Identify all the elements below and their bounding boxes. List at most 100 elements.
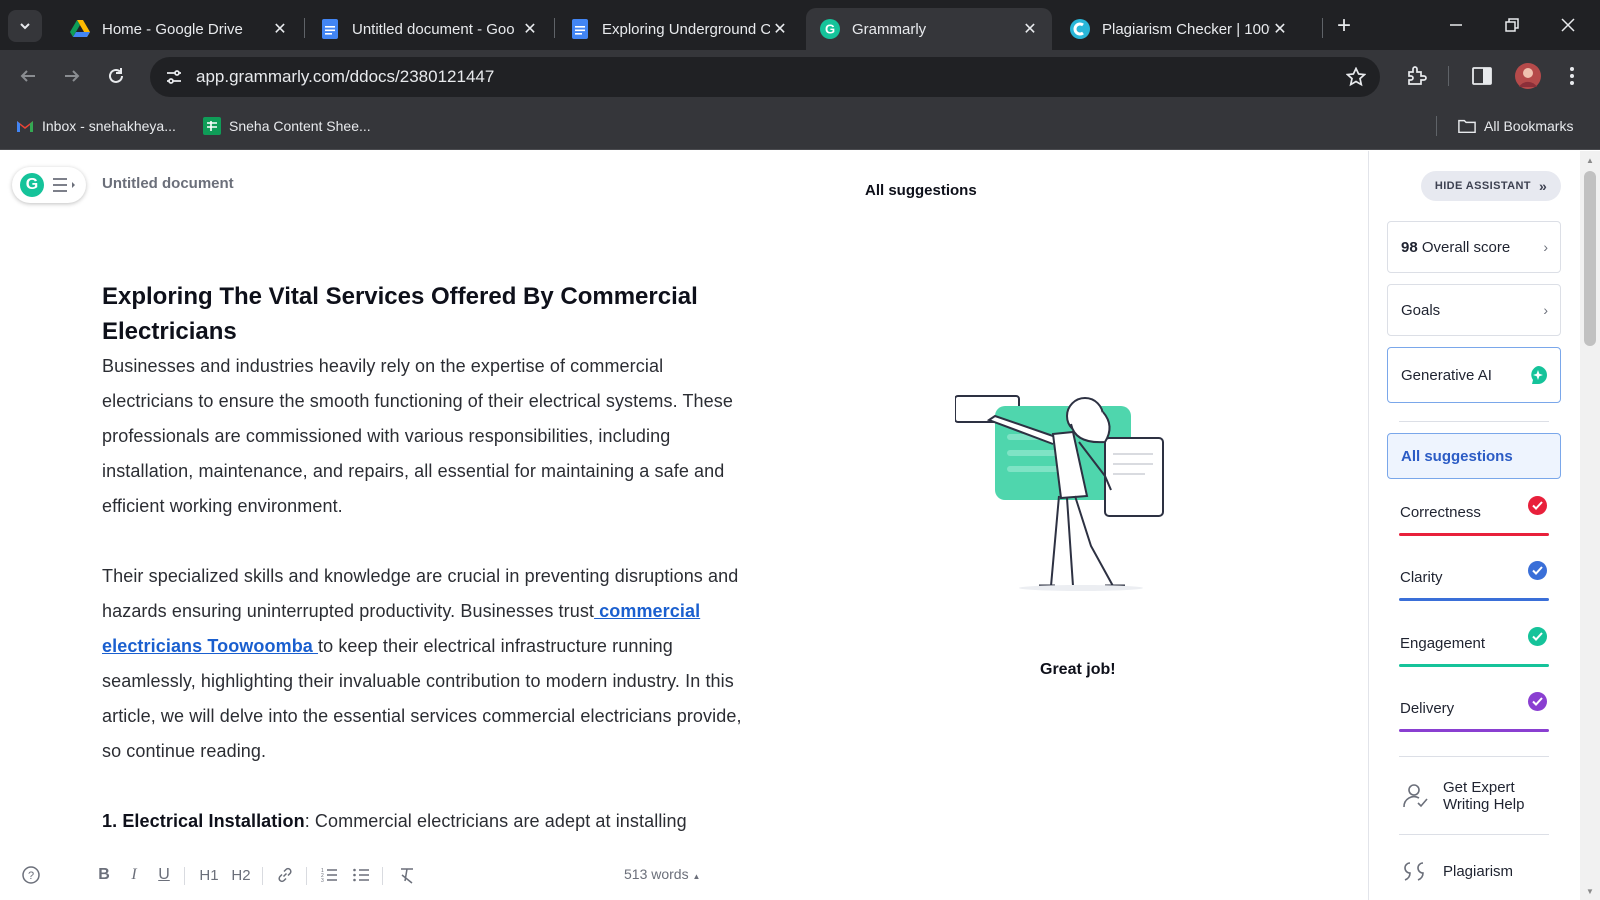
minimize-icon (1450, 24, 1462, 26)
overall-score-card[interactable]: 98 Overall score › (1387, 221, 1561, 273)
arrow-right-icon (65, 70, 80, 82)
close-tab-icon[interactable]: ✕ (770, 19, 790, 39)
tab-grammarly[interactable]: G Grammarly ✕ (806, 8, 1052, 50)
paragraph-3: 1. Electrical Installation: Commercial e… (102, 804, 742, 839)
bookmark-sneha-content-sheet[interactable]: Sneha Content Shee... (203, 114, 371, 138)
toolbar-separator (306, 867, 307, 885)
heading-2-button[interactable]: H2 (228, 863, 254, 887)
category-delivery[interactable]: Delivery (1399, 692, 1549, 732)
tab-untitled-document[interactable]: Untitled document - Goo ✕ (306, 8, 552, 50)
plagiarism-link[interactable]: Plagiarism (1399, 855, 1559, 887)
close-tab-icon[interactable]: ✕ (1270, 19, 1290, 39)
help-icon[interactable]: ? (20, 863, 42, 887)
formatting-toolbar: ? B I U H1 H2 123 513 words ▲ (0, 851, 740, 899)
paragraph-2: Their specialized skills and knowledge a… (102, 559, 742, 769)
tab-title: Exploring Underground C (602, 20, 770, 38)
check-circle-icon (1528, 561, 1547, 580)
toolbar-divider (1448, 66, 1449, 86)
tab-title: Untitled document - Goo (352, 20, 515, 38)
avatar[interactable] (1514, 62, 1542, 90)
editor-content[interactable]: Exploring The Vital Services Offered By … (102, 279, 742, 839)
sidebar-divider (1399, 756, 1549, 757)
tab-google-drive[interactable]: Home - Google Drive ✕ (56, 8, 302, 50)
address-bar[interactable]: app.grammarly.com/ddocs/2380121447 (150, 57, 1380, 97)
bookmark-inbox[interactable]: Inbox - snehakheya... (16, 114, 176, 138)
grammarly-icon: G (820, 19, 840, 39)
get-expert-writing-help-link[interactable]: Get Expert Writing Help (1399, 779, 1559, 813)
close-tab-icon[interactable]: ✕ (270, 19, 290, 39)
plagiarism-label: Plagiarism (1443, 862, 1514, 880)
tab-plagiarism-checker[interactable]: Plagiarism Checker | 100% ✕ (1056, 8, 1302, 50)
scroll-up-arrow-icon[interactable]: ▲ (1585, 155, 1595, 165)
goals-card[interactable]: Goals › (1387, 284, 1561, 336)
all-suggestions-label: All suggestions (1401, 447, 1513, 465)
restore-button[interactable] (1484, 8, 1540, 42)
quote-icon (1399, 855, 1431, 887)
folder-icon (1458, 117, 1476, 135)
bookmarks-divider (1436, 116, 1437, 136)
tab-exploring-underground[interactable]: Exploring Underground C ✕ (556, 8, 802, 50)
close-tab-icon[interactable]: ✕ (520, 19, 540, 39)
all-bookmarks-button[interactable]: All Bookmarks (1458, 114, 1573, 138)
category-bar (1399, 664, 1549, 667)
category-label: Engagement (1400, 635, 1486, 652)
document-title[interactable]: Untitled document (102, 175, 234, 192)
tab-title: Plagiarism Checker | 100% (1102, 20, 1270, 38)
bookmark-star-icon[interactable] (1344, 65, 1368, 89)
scrollbar-thumb[interactable] (1584, 171, 1596, 346)
double-chevron-right-icon: » (1538, 178, 1548, 194)
tab-search-button[interactable] (8, 10, 42, 42)
close-window-button[interactable] (1540, 8, 1596, 42)
bold-button[interactable]: B (94, 863, 114, 887)
generative-ai-card[interactable]: Generative AI (1387, 347, 1561, 403)
reload-button[interactable] (100, 60, 132, 92)
clear-formatting-icon[interactable] (396, 863, 418, 887)
toolbar-separator (382, 867, 383, 885)
close-tab-icon[interactable]: ✕ (1020, 19, 1040, 39)
reload-icon (109, 68, 123, 83)
bullet-list-icon[interactable] (350, 863, 372, 887)
close-icon (1561, 18, 1575, 32)
more-menu-icon[interactable] (1558, 62, 1586, 90)
google-docs-icon (570, 19, 590, 39)
tab-strip: Home - Google Drive ✕ Untitled document … (0, 0, 1600, 50)
check-circle-icon (1528, 627, 1547, 646)
expert-person-icon (1399, 780, 1431, 812)
new-tab-button[interactable]: + (1330, 12, 1358, 40)
all-suggestions-button[interactable]: All suggestions (1387, 433, 1561, 479)
restore-icon (1505, 18, 1519, 32)
italic-button[interactable]: I (124, 863, 144, 887)
link-icon[interactable] (274, 863, 296, 887)
forward-button[interactable] (56, 60, 88, 92)
grammarly-menu-button[interactable]: G (12, 167, 86, 203)
check-circle-icon (1528, 692, 1547, 711)
svg-text:?: ? (28, 870, 34, 882)
grammarly-logo-icon: G (20, 173, 44, 197)
bookmarks-bar: Inbox - snehakheya... Sneha Content Shee… (0, 102, 1600, 150)
word-count-button[interactable]: 513 words ▲ (624, 866, 700, 882)
sidebar-divider (1399, 834, 1549, 835)
back-button[interactable] (12, 60, 44, 92)
minimize-button[interactable] (1428, 8, 1484, 42)
hide-assistant-button[interactable]: HIDE ASSISTANT » (1421, 171, 1561, 201)
scroll-down-arrow-icon[interactable]: ▼ (1585, 886, 1595, 896)
category-clarity[interactable]: Clarity (1399, 561, 1549, 601)
category-engagement[interactable]: Engagement (1399, 627, 1549, 667)
extensions-icon[interactable] (1402, 62, 1430, 90)
assistant-sidebar: HIDE ASSISTANT » 98 Overall score › Goal… (1368, 151, 1580, 900)
numbered-list-icon[interactable]: 123 (318, 863, 340, 887)
overall-score-label: Overall score (1421, 238, 1511, 256)
underline-button[interactable]: U (154, 863, 174, 887)
all-bookmarks-label: All Bookmarks (1484, 118, 1574, 134)
paragraph-3-text: : Commercial electricians are adept at i… (304, 811, 687, 831)
page-scrollbar[interactable]: ▲ ▼ (1580, 151, 1600, 900)
plagiarism-checker-icon (1070, 19, 1090, 39)
heading-1-button[interactable]: H1 (196, 863, 222, 887)
category-correctness[interactable]: Correctness (1399, 496, 1549, 536)
site-info-icon[interactable] (154, 57, 194, 97)
goals-label: Goals (1401, 301, 1441, 319)
check-circle-icon (1528, 496, 1547, 515)
svg-text:G: G (825, 22, 835, 37)
side-panel-icon[interactable] (1468, 62, 1496, 90)
